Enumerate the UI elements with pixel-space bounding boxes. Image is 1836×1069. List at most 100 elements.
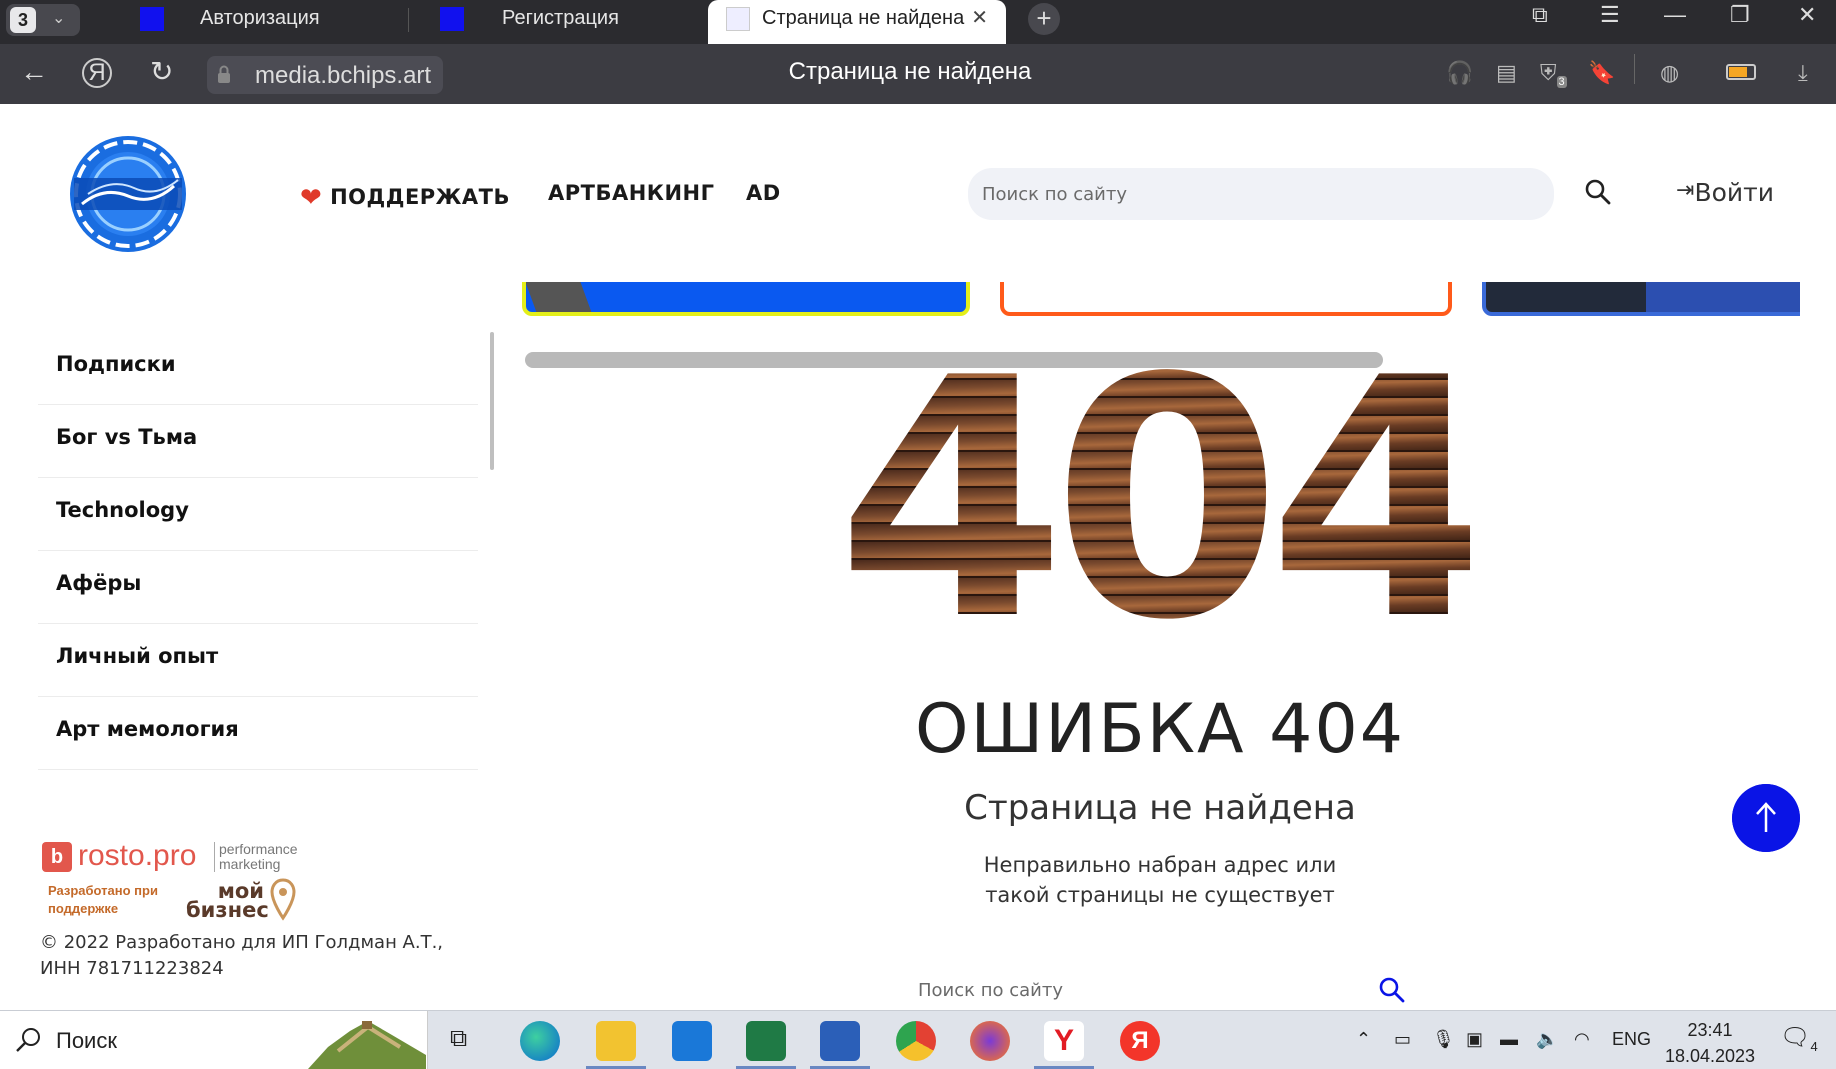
notifications-count: 4 (1810, 1038, 1818, 1054)
firefox-icon[interactable] (970, 1021, 1010, 1061)
restore-icon[interactable]: ❐ (1730, 2, 1750, 28)
tab-registration[interactable]: Регистрация (410, 0, 706, 44)
clock[interactable]: 23:41 18.04.2023 (1660, 1017, 1760, 1069)
sidebar-scrollbar[interactable] (490, 332, 494, 470)
tray-chevron-up-icon[interactable]: ⌃ (1356, 1029, 1371, 1050)
word-icon[interactable] (820, 1021, 860, 1061)
windows-taskbar: Поиск ⧉ Y Я ⌃ ▭ 🎙 ▣ ▬ 🔈 ◠ ENG 23:41 18.0… (0, 1010, 1836, 1069)
language-indicator[interactable]: ENG (1612, 1029, 1651, 1050)
taskbar-search-label: Поиск (56, 1028, 117, 1053)
back-arrow-icon[interactable]: ← (20, 57, 48, 87)
error-404-graphic: 404 (850, 362, 1470, 632)
clock-date: 18.04.2023 (1664, 1046, 1756, 1066)
site-logo[interactable] (64, 134, 192, 254)
yandex-browser-icon[interactable]: Y (1044, 1021, 1084, 1061)
close-tab-icon[interactable]: ✕ (971, 0, 988, 36)
nav-ad-label: AD (746, 181, 781, 205)
excel-icon[interactable] (746, 1021, 786, 1061)
taskbar-search[interactable]: Поиск (0, 1011, 428, 1069)
error-subtitle: Страница не найдена (964, 788, 1356, 828)
sidebar-item-label: Арт мемология (56, 717, 239, 741)
headphones-icon[interactable]: 🎧 (1446, 60, 1473, 86)
new-tab-button[interactable]: + (1028, 3, 1060, 35)
login-label: Войти (1694, 178, 1774, 207)
rosto-icon: b (42, 842, 72, 872)
chevron-down-icon: ⌄ (52, 10, 66, 27)
search-icon[interactable] (1584, 178, 1612, 206)
meet-now-icon[interactable]: ▭ (1394, 1029, 1411, 1050)
minimize-icon[interactable]: — (1664, 2, 1686, 28)
sidebar-item-subscriptions[interactable]: Подписки (38, 332, 478, 405)
copyright-text: © 2022 Разработано для ИП Голдман А.Т., … (40, 932, 444, 979)
menu-icon[interactable]: ☰ (1600, 2, 1620, 28)
nav-ad[interactable]: AD (746, 181, 781, 205)
error-search-input[interactable] (906, 972, 1406, 1008)
error-description-line: такой страницы не существует (985, 883, 1335, 907)
favicon-icon (726, 7, 750, 31)
nav-artbanking-label: АРТБАНКИНГ (548, 181, 715, 205)
sidebar-item-personal-experience[interactable]: Личный опыт (38, 624, 478, 697)
edge-icon[interactable] (520, 1021, 560, 1061)
login-icon: ⇥ (1676, 178, 1695, 203)
tab-count: 3 (10, 7, 36, 33)
address-bar: ← Я ↻ media.bchips.art Страница не найде… (0, 44, 1836, 104)
partner1-tagline: performance marketing (214, 842, 324, 872)
shield-icon[interactable]: ⛨ 3 (1540, 60, 1567, 89)
featured-card[interactable] (522, 282, 970, 316)
notifications-icon[interactable]: 🗨4 (1780, 1023, 1818, 1054)
mail-icon[interactable] (672, 1021, 712, 1061)
tab-counter-button[interactable]: 3 ⌄ (6, 4, 80, 36)
close-window-icon[interactable]: ✕ (1798, 2, 1816, 28)
webcam-icon[interactable]: ▣ (1466, 1029, 1483, 1050)
featured-card[interactable] (1000, 282, 1452, 316)
volume-icon[interactable]: 🔈 (1536, 1029, 1558, 1050)
task-view-icon[interactable]: ⧉ (450, 1025, 467, 1053)
url-field[interactable]: media.bchips.art (207, 56, 443, 94)
bookmark-icon[interactable]: 🔖 (1588, 60, 1615, 86)
featured-card[interactable] (1482, 282, 1800, 316)
sidebar-item-art-memology[interactable]: Арт мемология (38, 697, 478, 770)
reload-icon[interactable]: ↻ (150, 57, 173, 87)
tab-not-found[interactable]: Страница не найдена ✕ (708, 0, 1006, 44)
partner-rosto-logo[interactable]: b rosto.pro performance marketing (42, 839, 324, 876)
error-description: Неправильно набран адрес или такой стран… (910, 850, 1410, 910)
sidebar-item-scams[interactable]: Афёры (38, 551, 478, 624)
partner-moy-biznes-logo[interactable]: мой бизнес (186, 878, 298, 928)
file-explorer-icon[interactable] (596, 1021, 636, 1061)
page-title: Страница не найдена (788, 58, 1032, 85)
tab-separator (408, 8, 409, 32)
tab-title: Страница не найдена (762, 7, 965, 29)
toolbar-separator (1634, 54, 1635, 84)
download-icon[interactable]: ⤓ (1798, 60, 1808, 86)
partner3-name: мой бизнес (186, 879, 269, 922)
search-icon[interactable] (1378, 976, 1406, 1004)
battery-icon[interactable] (1726, 64, 1756, 80)
chrome-icon[interactable] (896, 1021, 936, 1061)
yandex-icon[interactable]: Я (82, 58, 112, 88)
url-text: media.bchips.art (255, 62, 432, 89)
nav-support[interactable]: ❤ ПОДДЕРЖАТЬ (300, 181, 510, 213)
login-button[interactable]: ⇥Войти (1676, 178, 1774, 207)
sidebar-item-god-vs-darkness[interactable]: Бог vs Тьма (38, 405, 478, 478)
error-description-line: Неправильно набран адрес или (983, 853, 1337, 877)
wifi-icon[interactable]: ◠ (1574, 1029, 1590, 1050)
microphone-icon[interactable]: 🎙 (1432, 1029, 1455, 1050)
yandex-app-icon[interactable]: Я (1120, 1021, 1160, 1061)
nav-artbanking[interactable]: АРТБАНКИНГ (548, 181, 715, 205)
shield-badge: 3 (1556, 76, 1567, 89)
nav-support-label: ПОДДЕРЖАТЬ (330, 185, 510, 209)
battery-icon[interactable]: ▬ (1500, 1029, 1518, 1050)
heart-icon: ❤ (300, 183, 323, 213)
sidebar-item-technology[interactable]: Technology (38, 478, 478, 551)
reader-mode-icon[interactable]: ▤ (1496, 60, 1517, 86)
error-title: ОШИБКА 404 (915, 690, 1405, 769)
tab-title: Регистрация (502, 7, 619, 29)
bookmarks-panel-icon[interactable]: ⧉ (1532, 2, 1548, 28)
scroll-to-top-button[interactable] (1732, 784, 1800, 852)
globe-icon[interactable]: ◍ (1660, 60, 1679, 86)
sidebar-item-label: Личный опыт (56, 644, 219, 668)
browser-tab-strip: 3 ⌄ Авторизация Регистрация Страница не … (0, 0, 1836, 44)
sidebar-item-label: Бог vs Тьма (56, 425, 198, 449)
tab-authorization[interactable]: Авторизация (110, 0, 410, 44)
site-search-input[interactable] (968, 168, 1554, 220)
